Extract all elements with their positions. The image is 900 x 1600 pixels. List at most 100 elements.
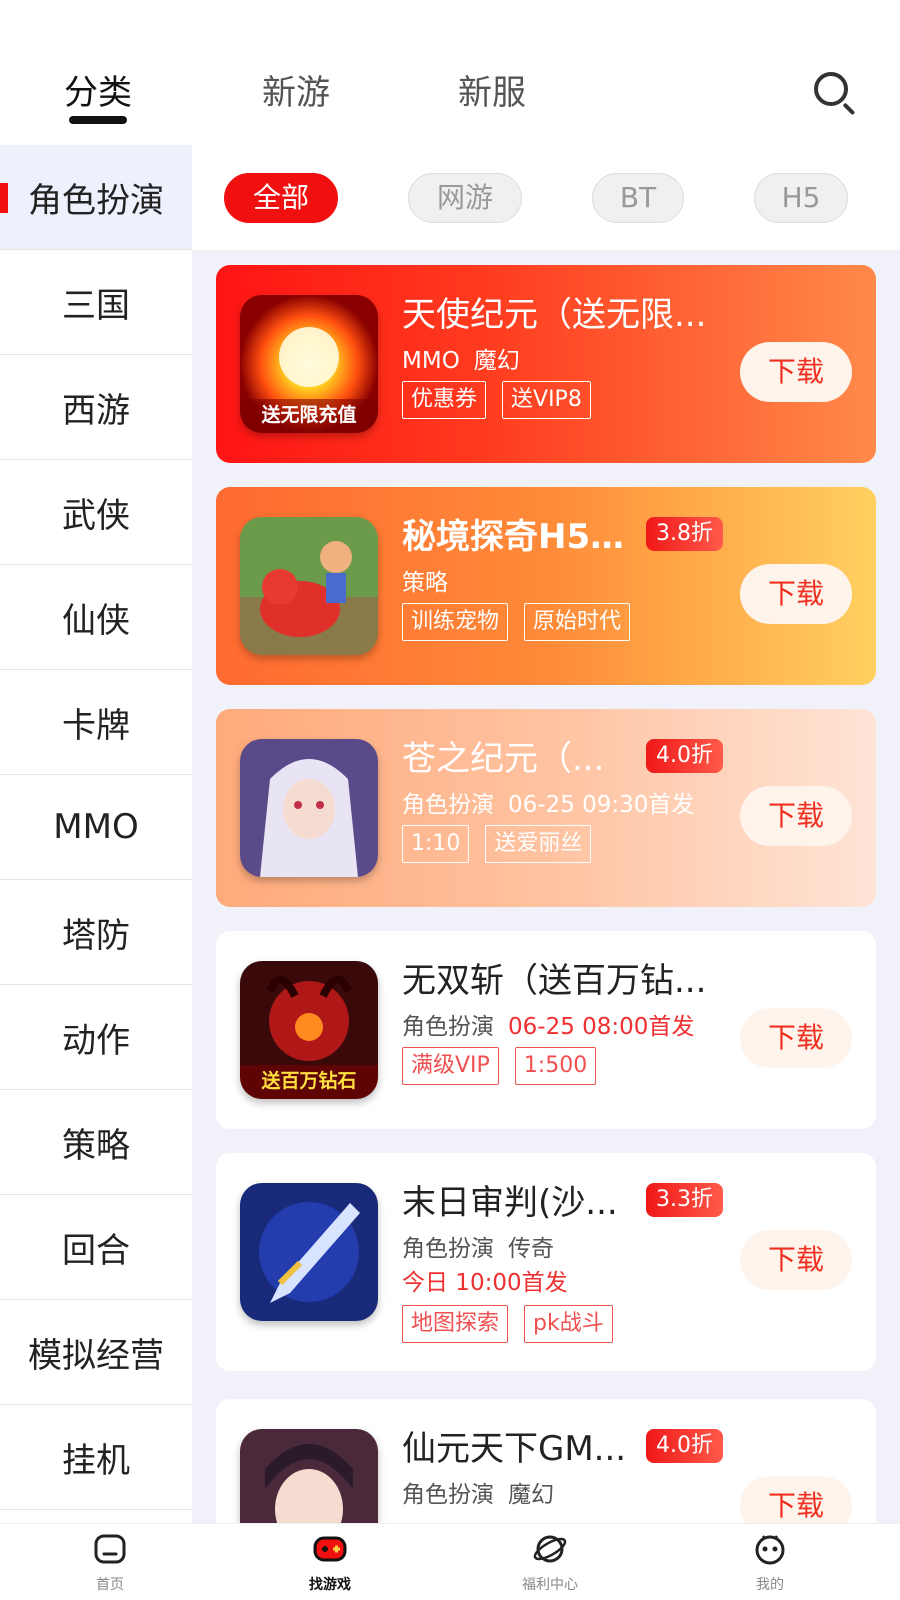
game-card[interactable]: 秘境探奇H5... 3.8折 策略 训练宠物 原始时代 下载 [216,487,876,685]
sidebar-item-journey-west[interactable]: 西游 [0,355,192,460]
profile-icon [755,1535,785,1565]
anime-character-icon [240,739,378,877]
game-tag: 1:10 [402,825,470,863]
sidebar-item-three-kingdoms[interactable]: 三国 [0,250,192,355]
sidebar-item-label: MMO [53,807,139,847]
nav-home[interactable]: 首页 [50,1532,170,1594]
icon-caption: 送无限充值 [261,404,357,426]
sidebar-item-role-playing[interactable]: 角色扮演 [0,145,192,250]
download-button[interactable]: 下载 [740,1230,852,1290]
game-icon: 送百万钻石 [240,961,378,1099]
game-tags: 优惠券 送VIP8 [402,381,607,419]
game-icon [240,739,378,877]
sidebar-item-label: 动作 [62,1020,130,1061]
nav-label: 我的 [756,1577,784,1593]
filter-chip-bt[interactable]: BT [592,173,684,223]
game-title: 天使纪元（送无限... [402,295,707,335]
game-tag: pk战斗 [524,1305,613,1343]
tab-new-servers[interactable]: 新服 [458,68,526,118]
game-card[interactable]: 苍之纪元（... 4.0折 角色扮演 06-25 09:30首发 1:10 送爱丽丝… [216,709,876,907]
tab-new-games-label: 新游 [262,73,330,113]
sidebar-item-wuxia[interactable]: 武侠 [0,460,192,565]
sidebar-item-xianxia[interactable]: 仙侠 [0,565,192,670]
game-icon [240,1183,378,1321]
sidebar-item-strategy[interactable]: 策略 [0,1090,192,1195]
tab-category[interactable]: 分类 [64,68,132,124]
game-title: 末日审判(沙... [402,1183,618,1223]
game-icon [240,517,378,655]
discount-badge: 4.0折 [646,1429,723,1463]
game-tags: 训练宠物 原始时代 [402,603,646,641]
discount-badge: 3.3折 [646,1183,723,1217]
sidebar-item-action[interactable]: 动作 [0,985,192,1090]
nav-profile[interactable]: 我的 [710,1532,830,1594]
launch-time: 06-25 08:00首发 [508,1014,695,1040]
search-icon-ring [814,72,848,106]
game-subgenre: 魔幻 [473,348,520,374]
game-tag: 送VIP8 [502,381,591,419]
nav-label: 福利中心 [522,1577,578,1593]
category-sidebar: 角色扮演 三国 西游 武侠 仙侠 卡牌 MMO 塔防 动作 策略 回合 模拟经营… [0,145,192,1523]
game-tag: 优惠券 [402,381,487,419]
game-tag: 原始时代 [524,603,631,641]
search-icon[interactable] [812,70,856,116]
game-card[interactable]: 末日审判(沙... 3.3折 角色扮演 传奇 今日 10:00首发 地图探索 pk战… [216,1153,876,1371]
game-genre: 策略 [402,570,448,596]
sidebar-item-label: 模拟经营 [28,1335,164,1376]
game-card[interactable]: 送百万钻石 无双斩（送百万钻... 角色扮演 06-25 08:00首发 满级VI… [216,931,876,1129]
tab-category-label: 分类 [64,73,132,113]
sidebar-item-simulation[interactable]: 模拟经营 [0,1300,192,1405]
filter-chip-h5[interactable]: H5 [754,173,848,223]
game-genre: MMO [402,348,460,374]
game-genre: 角色扮演 [402,792,494,818]
download-button[interactable]: 下载 [740,564,852,624]
sidebar-item-mmo[interactable]: MMO [0,775,192,880]
game-meta: 角色扮演 魔幻 [402,1475,554,1509]
icon-caption: 送百万钻石 [261,1070,357,1092]
sidebar-item-idle[interactable]: 挂机 [0,1405,192,1510]
filter-chip-all[interactable]: 全部 [224,173,338,223]
game-meta: 角色扮演 06-25 08:00首发 [402,1007,694,1041]
game-title: 无双斩（送百万钻... [402,961,707,1001]
game-subgenre: 魔幻 [508,1482,554,1508]
top-tab-bar: 分类 新游 新服 [0,0,900,145]
download-button[interactable]: 下载 [740,1476,852,1523]
game-genre: 角色扮演 [402,1014,494,1040]
game-list-panel: 全部 网游 BT H5 送无限充值 天使纪元（送无限... MMO 魔幻 优惠券送… [192,145,900,1523]
discount-badge: 3.8折 [646,517,723,551]
sword-icon [240,1183,378,1321]
download-button[interactable]: 下载 [740,1008,852,1068]
sidebar-item-label: 卡牌 [62,705,130,746]
nav-label: 找游戏 [309,1577,351,1593]
sidebar-item-turn-based[interactable]: 回合 [0,1195,192,1300]
heroine-icon [240,1429,378,1523]
game-subgenre: 传奇 [508,1236,554,1262]
game-genre: 角色扮演 [402,1236,494,1262]
tab-new-games[interactable]: 新游 [262,68,330,118]
download-button[interactable]: 下载 [740,786,852,846]
game-tag: 送爱丽丝 [485,825,592,863]
home-icon [94,1534,126,1564]
sidebar-item-label: 挂机 [62,1440,130,1481]
game-card[interactable]: 送无限充值 天使纪元（送无限... MMO 魔幻 优惠券 送VIP8 下载 [216,265,876,463]
nav-welfare[interactable]: 福利中心 [490,1532,610,1594]
tab-new-servers-label: 新服 [458,73,526,113]
game-card[interactable]: 仙元天下GM... 4.0折 角色扮演 魔幻 下载 [216,1399,876,1523]
game-tag: 地图探索 [402,1305,509,1343]
gamepad-icon [313,1536,347,1562]
dinosaur-icon [240,517,378,655]
game-tag: 1:500 [514,1047,597,1085]
sidebar-item-label: 西游 [62,390,130,431]
game-tags: 1:10 送爱丽丝 [402,825,607,863]
discount-badge: 4.0折 [646,739,723,773]
nav-find-games[interactable]: 找游戏 [270,1532,390,1594]
filter-bar: 全部 网游 BT H5 [192,145,900,250]
download-button[interactable]: 下载 [740,342,852,402]
planet-icon [533,1535,567,1563]
game-genre: 角色扮演 [402,1482,494,1508]
sidebar-item-tower-defense[interactable]: 塔防 [0,880,192,985]
launch-time: 06-25 09:30首发 [508,792,695,818]
sidebar-item-label: 塔防 [62,915,130,956]
sidebar-item-card[interactable]: 卡牌 [0,670,192,775]
filter-chip-online[interactable]: 网游 [408,173,522,223]
